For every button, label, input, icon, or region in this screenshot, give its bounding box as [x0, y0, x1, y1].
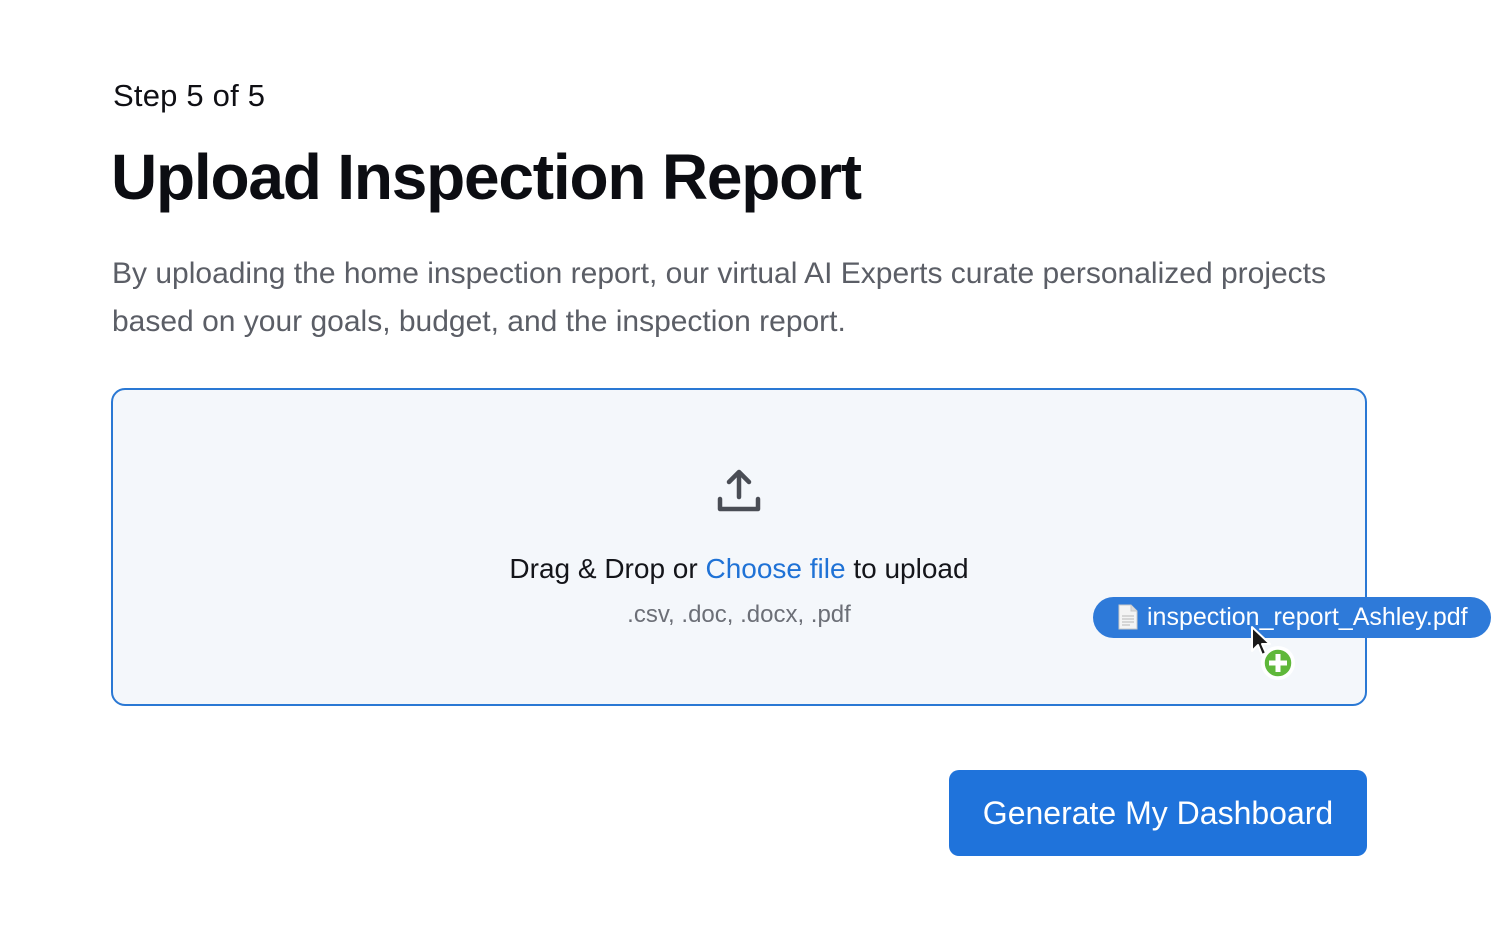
file-dropzone[interactable] — [111, 388, 1367, 706]
choose-file-link[interactable]: Choose file — [705, 553, 845, 584]
dragged-file-pill: inspection_report_Ashley.pdf — [1093, 597, 1491, 638]
step-indicator: Step 5 of 5 — [113, 78, 266, 113]
dropzone-text-after: to upload — [845, 553, 969, 584]
dragged-file-name: inspection_report_Ashley.pdf — [1147, 603, 1468, 631]
dropzone-instruction: Drag & Drop or Choose file to upload — [0, 553, 1478, 585]
dropzone-text-before: Drag & Drop or — [509, 553, 706, 584]
upload-step-page: Step 5 of 5 Upload Inspection Report By … — [0, 0, 1511, 945]
document-icon — [1118, 604, 1138, 630]
page-title: Upload Inspection Report — [111, 141, 862, 213]
page-description: By uploading the home inspection report,… — [112, 257, 1327, 338]
generate-dashboard-button[interactable]: Generate My Dashboard — [949, 770, 1367, 856]
plus-circle-icon — [1261, 646, 1295, 680]
upload-icon — [717, 469, 761, 512]
